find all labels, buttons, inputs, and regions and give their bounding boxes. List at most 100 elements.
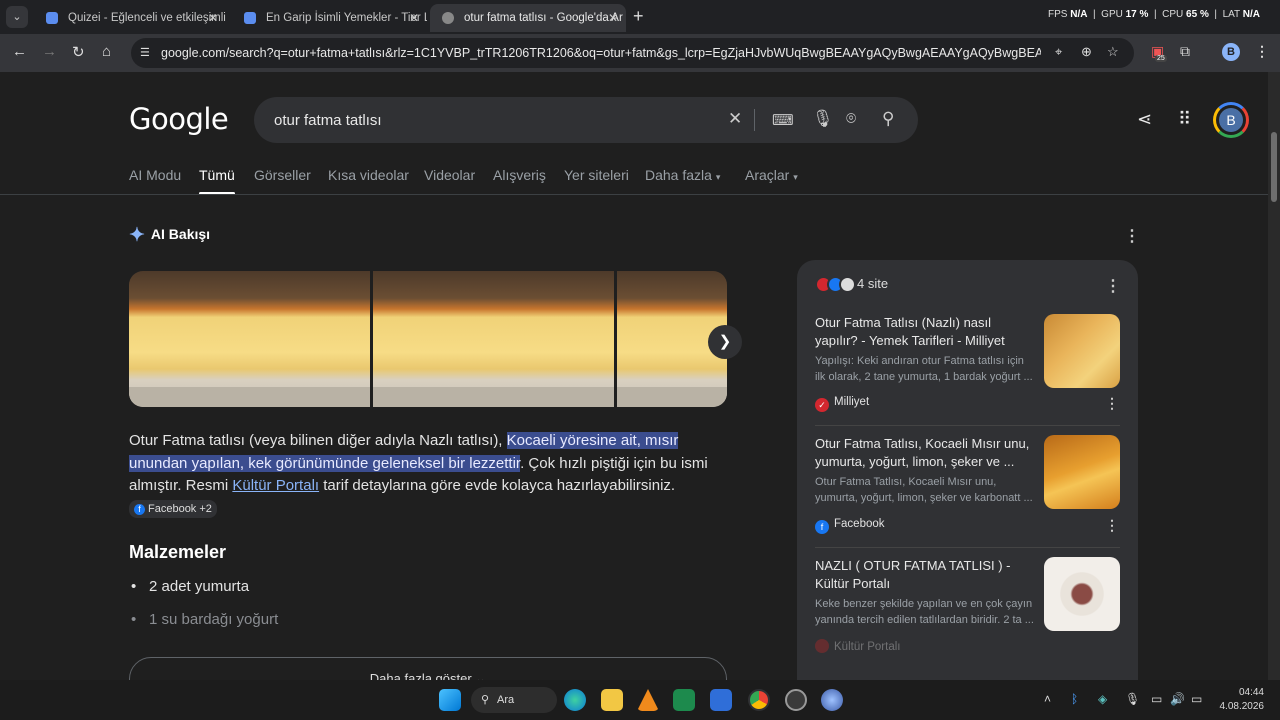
sources-menu-icon[interactable]: ⋮ [1105, 276, 1121, 296]
scrollbar-thumb[interactable] [1271, 132, 1277, 202]
image-carousel [129, 271, 727, 407]
browser-toolbar: ← → ↻ ⌂ ☰ google.com/search?q=otur+fatma… [0, 34, 1280, 72]
source-menu-icon[interactable]: ⋮ [1105, 395, 1119, 412]
close-tab-icon[interactable]: ✕ [208, 4, 218, 32]
close-tab-icon[interactable]: ✕ [608, 4, 618, 32]
app-icon-2[interactable] [821, 689, 843, 711]
reload-icon[interactable]: ↻ [72, 43, 85, 61]
tab-tools[interactable]: Araçlar ▾ [745, 167, 798, 183]
divider [815, 425, 1120, 426]
vlc-icon[interactable] [637, 689, 659, 711]
app-icon[interactable] [785, 689, 807, 711]
source-thumbnail[interactable] [1044, 557, 1120, 631]
kultur-portali-link[interactable]: Kültür Portalı [232, 477, 319, 494]
edge-icon[interactable] [564, 689, 586, 711]
source-title[interactable]: Otur Fatma Tatlısı, Kocaeli Mısır unu, y… [815, 435, 1037, 471]
new-tab-icon[interactable]: + [633, 6, 644, 27]
source-title[interactable]: Otur Fatma Tatlısı (Nazlı) nasıl yapılır… [815, 314, 1037, 350]
facebook-icon: f [134, 503, 145, 515]
word-icon[interactable] [710, 689, 732, 711]
microphone-icon[interactable]: 🎙 [812, 109, 834, 129]
battery-icon[interactable]: ▭ [1191, 692, 1202, 706]
tray-chevron-icon[interactable]: ˄ [1044, 692, 1051, 706]
tab-strip: ⌄ Quizei - Eğlenceli ve etkileşimli ✕ En… [0, 0, 1280, 34]
browser-tab-2[interactable]: En Garip İsimli Yemekler - Tier L ✕ [232, 4, 427, 32]
zoom-icon[interactable]: ⊕ [1081, 44, 1092, 60]
page-scrollbar[interactable] [1268, 72, 1280, 680]
tab-videos[interactable]: Videolar [424, 167, 475, 183]
source-chip[interactable]: f Facebook +2 [129, 499, 217, 518]
ai-overview-menu-icon[interactable]: ⋮ [1124, 226, 1140, 246]
facebook-icon: f [815, 520, 829, 534]
tab-ai-mode[interactable]: AI Modu [129, 167, 181, 183]
ai-sparkle-icon: ✦ [129, 225, 145, 246]
search-query[interactable]: otur fatma tatlısı [274, 112, 382, 129]
tab-shopping[interactable]: Alışveriş [493, 167, 546, 183]
search-icon[interactable]: ⚲ [882, 109, 894, 129]
keyboard-icon[interactable]: ⌨ [772, 111, 794, 129]
clear-icon[interactable]: ✕ [728, 109, 742, 129]
search-divider [754, 109, 755, 131]
home-icon[interactable]: ⌂ [102, 43, 111, 60]
sources-count[interactable]: 4 site [815, 276, 888, 294]
system-clock[interactable]: 04:44 4.08.2026 [1218, 686, 1265, 714]
lens-camera-icon[interactable]: ⌾ [846, 109, 856, 129]
source-thumbnail[interactable] [1044, 435, 1120, 509]
microphone-icon[interactable]: 🎙 [1125, 692, 1140, 706]
source-logos [815, 276, 856, 294]
bookmark-star-icon[interactable]: ☆ [1107, 44, 1119, 60]
security-icon[interactable]: ◈ [1098, 692, 1107, 706]
extensions-puzzle-icon[interactable]: ⧉ [1180, 43, 1190, 60]
cake-image-2[interactable] [373, 271, 614, 407]
source-site[interactable]: ✓ Milliyet [815, 396, 869, 412]
tab-favicon-icon [442, 12, 454, 24]
location-icon[interactable]: ⌖ [1055, 44, 1062, 60]
carousel-next-icon[interactable]: ❯ [708, 325, 742, 359]
source-site[interactable]: f Facebook [815, 518, 885, 534]
share-icon[interactable]: ⋖ [1137, 109, 1152, 130]
url-text[interactable]: google.com/search?q=otur+fatma+tatlısı&r… [161, 46, 1041, 60]
account-avatar[interactable]: B [1213, 102, 1249, 138]
volume-icon[interactable]: 🔊 [1170, 692, 1185, 706]
search-box[interactable]: otur fatma tatlısı ✕ ⌨ 🎙 ⌾ ⚲ [254, 97, 918, 143]
excel-icon[interactable] [673, 689, 695, 711]
show-more-button[interactable]: Daha fazla göster ⌄ [129, 657, 727, 680]
taskbar-search[interactable]: ⚲ Ara [471, 687, 557, 713]
ai-overview-header: ✦ AI Bakışı [129, 225, 211, 246]
forward-icon[interactable]: → [42, 43, 57, 60]
source-menu-icon[interactable]: ⋮ [1105, 517, 1119, 534]
browser-menu-icon[interactable]: ⋮ [1255, 43, 1269, 60]
tab-search-button[interactable]: ⌄ [6, 6, 28, 28]
source-desc: Yapılışı: Keki andıran otur Fatma tatlıs… [815, 355, 1033, 383]
site-info-icon[interactable]: ☰ [140, 46, 150, 59]
browser-tab-3[interactable]: otur fatma tatlısı - Google'da Ar ✕ [430, 4, 626, 32]
bluetooth-icon[interactable]: ᛒ [1071, 692, 1078, 706]
cake-image-1[interactable] [129, 271, 370, 407]
browser-profile-avatar[interactable]: B [1222, 43, 1240, 61]
google-logo[interactable]: Google [129, 102, 229, 136]
tab-more[interactable]: Daha fazla ▾ [645, 167, 720, 183]
chrome-icon[interactable] [748, 689, 770, 711]
ingredients-heading: Malzemeler [129, 542, 227, 562]
file-explorer-icon[interactable] [601, 689, 623, 711]
source-site[interactable]: Kültür Portalı [815, 639, 900, 653]
back-icon[interactable]: ← [12, 43, 27, 60]
tab-all[interactable]: Tümü [199, 167, 235, 195]
divider [815, 547, 1120, 548]
chevron-down-icon: ▾ [793, 172, 798, 182]
tab-title: En Garip İsimli Yemekler - Tier L [266, 12, 427, 24]
google-apps-icon[interactable]: ⠿ [1178, 109, 1191, 130]
browser-tab-1[interactable]: Quizei - Eğlenceli ve etkileşimli ✕ [34, 4, 226, 32]
tab-images[interactable]: Görseller [254, 167, 311, 183]
search-icon: ⚲ [481, 694, 490, 706]
tab-short-videos[interactable]: Kısa videolar [328, 167, 409, 183]
source-title[interactable]: NAZLI ( OTUR FATMA TATLISI ) - Kültür Po… [815, 557, 1037, 593]
address-bar[interactable]: ☰ google.com/search?q=otur+fatma+tatlısı… [131, 38, 1134, 68]
tab-places[interactable]: Yer siteleri [564, 167, 629, 183]
ai-overview-text: Otur Fatma tatlısı (veya bilinen diğer a… [129, 430, 719, 520]
search-results-page: Google otur fatma tatlısı ✕ ⌨ 🎙 ⌾ ⚲ ⋖ ⠿ … [0, 72, 1268, 680]
start-icon[interactable] [439, 689, 461, 711]
close-tab-icon[interactable]: ✕ [409, 4, 419, 32]
source-thumbnail[interactable] [1044, 314, 1120, 388]
network-icon[interactable]: ▭ [1151, 692, 1162, 706]
